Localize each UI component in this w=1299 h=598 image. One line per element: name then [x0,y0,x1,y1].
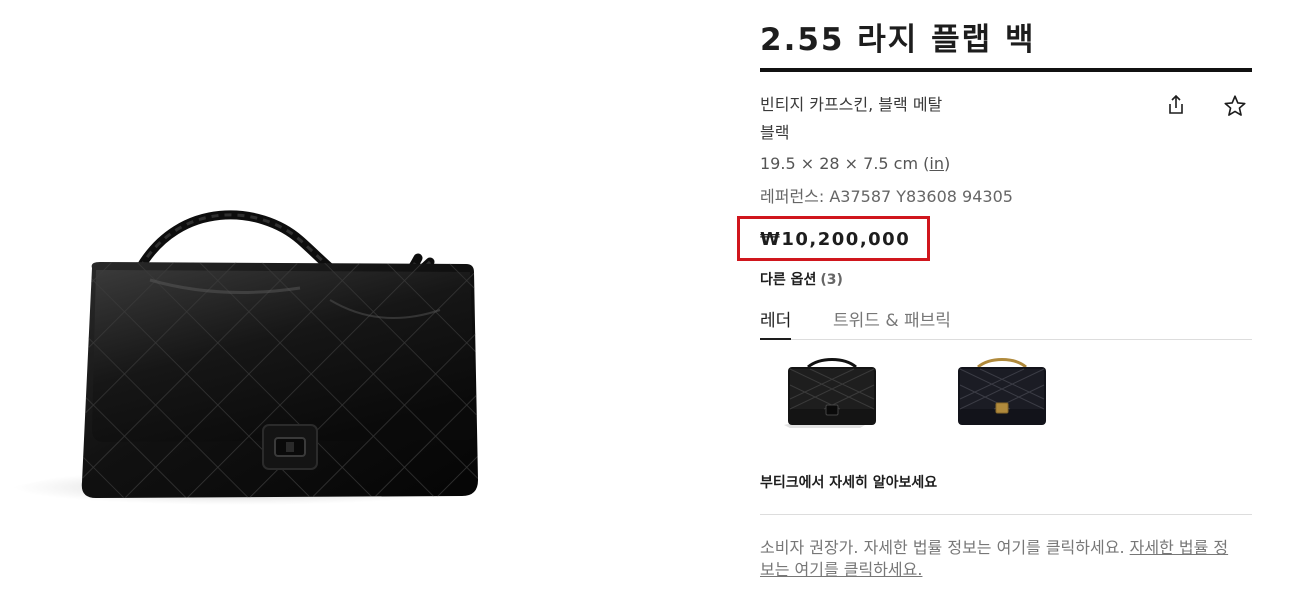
thumbnail-bag-black [784,358,876,428]
legal-notice: 소비자 권장가. 자세한 법률 정보는 여기를 클릭하세요. 자세한 법률 정보… [760,537,1230,581]
tab-leather[interactable]: 레더 [760,306,792,340]
product-dimensions: 19.5 × 28 × 7.5 cm (in) [760,154,950,173]
product-material: 빈티지 카프스킨, 블랙 메탈 [760,95,943,114]
favorite-button[interactable] [1222,93,1248,119]
option-thumbnail-black-metal[interactable] [780,355,884,433]
tab-tweed-fabric[interactable]: 트위드 & 패브릭 [833,306,951,340]
other-options-label: 다른 옵션 [760,272,817,288]
product-image [0,0,700,598]
section-divider [760,514,1252,515]
bag-illustration [12,210,479,505]
dimensions-value: 19.5 × 28 × 7.5 cm [760,154,919,173]
share-button[interactable] [1164,93,1188,117]
product-price: ₩10,200,000 [760,229,911,250]
boutique-link[interactable]: 부티크에서 자세히 알아보세요 [760,472,937,492]
thumbnail-bag-gold [958,358,1046,425]
option-thumbnail-gold-metal[interactable] [950,355,1054,433]
product-title: 2.55 라지 플랩 백 [760,22,1036,58]
options-tabs: 레더 트위드 & 패브릭 [760,306,1252,340]
star-icon [1224,95,1246,116]
legal-text: 소비자 권장가. 자세한 법률 정보는 여기를 클릭하세요. [760,538,1125,557]
other-options-heading: 다른 옵션 (3) [760,269,843,289]
title-divider [760,68,1252,72]
dimensions-unit-toggle[interactable]: in [929,154,944,173]
share-icon [1169,94,1183,114]
other-options-count: (3) [820,272,843,288]
dimensions-paren-close: ) [944,154,951,173]
product-reference: 레퍼런스: A37587 Y83608 94305 [760,187,1013,206]
product-color: 블랙 [760,123,790,142]
